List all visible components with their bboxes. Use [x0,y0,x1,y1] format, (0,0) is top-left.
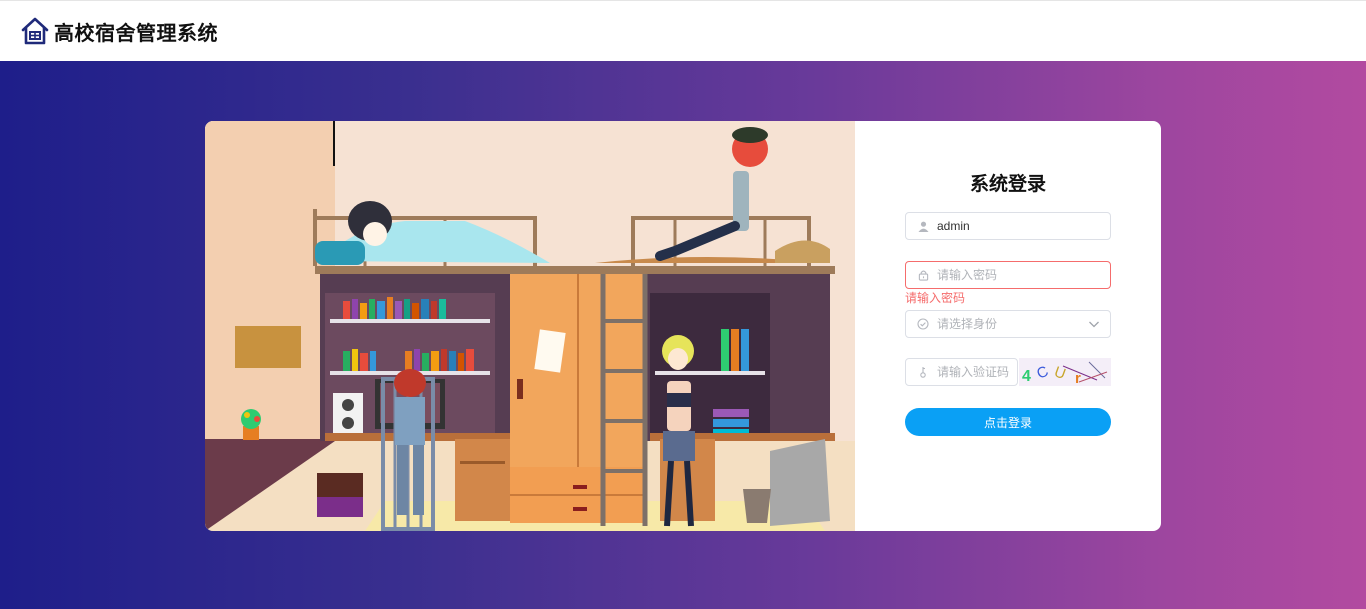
lock-icon [916,268,930,282]
password-field[interactable] [905,261,1111,289]
dormitory-illustration [205,121,855,531]
svg-text:C: C [1034,363,1051,383]
chevron-down-icon[interactable] [1088,318,1100,333]
user-icon [916,219,930,233]
login-panel: 系统登录 请输入密码 [855,121,1161,531]
house-icon [21,17,49,45]
login-heading: 系统登录 [969,174,1046,195]
captcha-image[interactable]: 4 C U r [1019,358,1111,387]
top-bar: 高校宿舍管理系统 [0,0,1366,61]
captcha-field[interactable] [905,358,1018,386]
svg-text:U: U [1052,363,1068,383]
svg-text:4: 4 [1022,368,1031,385]
password-input[interactable] [937,268,1087,282]
app-title: 高校宿舍管理系统 [54,22,218,45]
login-button[interactable]: 点击登录 [905,408,1111,436]
username-field[interactable] [905,212,1111,240]
login-background: 系统登录 请输入密码 [0,61,1366,609]
check-circle-icon [916,317,930,331]
captcha-input[interactable] [937,365,1017,379]
username-input[interactable] [937,219,1087,233]
password-error: 请输入密码 [905,291,966,305]
login-card: 系统登录 请输入密码 [205,121,1161,531]
role-select[interactable] [905,310,1111,338]
key-icon [916,365,930,379]
role-input[interactable] [937,317,1087,331]
